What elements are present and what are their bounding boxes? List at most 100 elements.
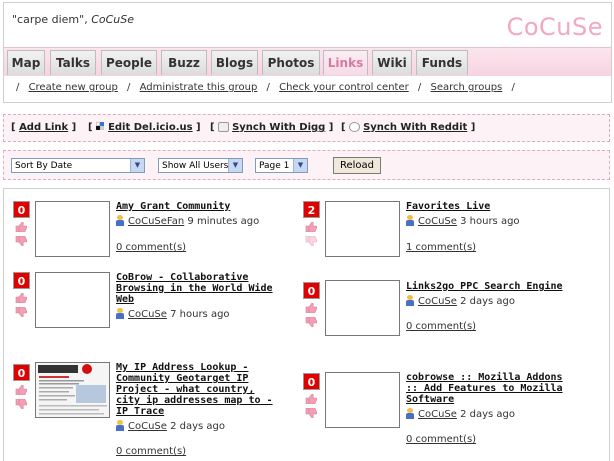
delicious-icon: [96, 122, 105, 131]
list-item: 0 cobrowse :: Mozilla Addons :: Add Feat…: [303, 372, 603, 458]
comments-link[interactable]: 0 comment(s): [406, 321, 476, 332]
link-actions-bar: [ Add Link ] [ Edit Del.icio.us ] [ Sync…: [3, 114, 610, 142]
tab-photos[interactable]: Photos: [262, 50, 320, 75]
link-title[interactable]: Favorites Live: [406, 201, 586, 212]
link-user[interactable]: CoCuSe: [128, 421, 167, 432]
link-thumbnail[interactable]: [325, 201, 400, 257]
list-item: 2 Favorites Live CoCuSe 3 hours ago 1 co…: [303, 201, 603, 266]
links-list: 0 Amy Grant Community CoCuSeFan 9 minute…: [3, 188, 610, 461]
vote-count: 2: [303, 201, 320, 218]
link-time: 2 days ago: [170, 421, 226, 432]
thumbs-down-icon[interactable]: [305, 236, 317, 246]
comments-link[interactable]: 0 comment(s): [116, 242, 186, 253]
website-screenshot-image: [36, 363, 109, 417]
tab-wiki[interactable]: Wiki: [372, 50, 412, 75]
reddit-icon: [349, 122, 361, 132]
group-subnav: / Create new group / Administrate this g…: [16, 82, 515, 93]
link-meta: CoCuSe 3 hours ago: [406, 215, 520, 227]
sort-select[interactable]: Sort By Date ▼: [11, 158, 145, 173]
site-logo[interactable]: CoCuSe: [507, 13, 603, 41]
thumbs-up-icon[interactable]: [15, 385, 27, 395]
chevron-down-icon: ▼: [293, 159, 307, 172]
motto-text: "carpe diem",: [12, 13, 88, 26]
user-icon: [116, 308, 124, 319]
link-user[interactable]: CoCuSe: [418, 296, 457, 307]
thumbs-up-icon[interactable]: [15, 293, 27, 303]
tab-buzz[interactable]: Buzz: [161, 50, 207, 75]
link-meta: CoCuSeFan 9 minutes ago: [116, 215, 259, 227]
comments-link[interactable]: 0 comment(s): [406, 434, 476, 445]
link-time: 7 hours ago: [170, 309, 230, 320]
thumbs-down-icon[interactable]: [15, 399, 27, 409]
link-thumbnail[interactable]: [35, 362, 110, 418]
vote-count: 0: [303, 373, 320, 390]
motto-author: CoCuSe: [91, 13, 135, 26]
link-thumbnail[interactable]: [35, 201, 110, 257]
vote-count: 0: [13, 364, 30, 381]
link-time: 3 hours ago: [460, 216, 520, 227]
administrate-group-link[interactable]: Administrate this group: [140, 82, 258, 93]
thumbs-up-icon[interactable]: [305, 394, 317, 404]
link-meta: CoCuSe 2 days ago: [116, 420, 225, 432]
reload-button[interactable]: Reload: [333, 157, 381, 174]
link-title[interactable]: Links2go PPC Search Engine: [406, 281, 596, 292]
create-group-link[interactable]: Create new group: [29, 82, 118, 93]
thumbs-up-icon[interactable]: [15, 222, 27, 232]
tab-funds[interactable]: Funds: [416, 50, 468, 75]
tab-blogs[interactable]: Blogs: [211, 50, 258, 75]
comments-link[interactable]: 0 comment(s): [116, 446, 186, 457]
link-thumbnail[interactable]: [325, 280, 400, 336]
link-title[interactable]: CoBrow - Collaborative Browsing in the W…: [116, 272, 276, 305]
link-user[interactable]: CoCuSe: [128, 309, 167, 320]
link-meta: CoCuSe 7 hours ago: [116, 308, 230, 320]
tab-map[interactable]: Map: [7, 50, 45, 75]
thumbs-up-icon[interactable]: [305, 222, 317, 232]
link-user[interactable]: CoCuSe: [418, 409, 457, 420]
vote-count: 0: [13, 272, 30, 289]
main-nav-tabs: Map Talks People Buzz Blogs Photos Links…: [4, 47, 611, 76]
list-item: 0 CoBrow - Collaborative Browsing in the…: [13, 272, 293, 337]
edit-delicious-button[interactable]: [ Edit Del.icio.us ]: [88, 122, 201, 133]
user-icon: [116, 420, 124, 431]
synch-reddit-button[interactable]: [ Synch With Reddit ]: [341, 122, 475, 133]
synch-digg-button[interactable]: [ Synch With Digg ]: [210, 122, 333, 133]
link-title[interactable]: My IP Address Lookup - Community Geotarg…: [116, 362, 276, 417]
chevron-down-icon: ▼: [228, 159, 242, 172]
tab-talks[interactable]: Talks: [50, 50, 96, 75]
thumbs-up-icon[interactable]: [305, 303, 317, 313]
add-link-button[interactable]: [ Add Link ]: [11, 122, 76, 133]
thumbs-down-icon[interactable]: [15, 307, 27, 317]
control-center-link[interactable]: Check your control center: [279, 82, 409, 93]
thumbs-down-icon[interactable]: [15, 236, 27, 246]
vote-count: 0: [303, 282, 320, 299]
search-groups-link[interactable]: Search groups: [430, 82, 502, 93]
link-meta: CoCuSe 2 days ago: [406, 295, 515, 307]
thumbs-down-icon[interactable]: [305, 408, 317, 418]
link-meta: CoCuSe 2 days ago: [406, 408, 515, 420]
link-title[interactable]: Amy Grant Community: [116, 201, 286, 212]
user-filter-select[interactable]: Show All Users ▼: [158, 158, 243, 173]
link-time: 2 days ago: [460, 409, 516, 420]
page-select[interactable]: Page 1 ▼: [255, 158, 308, 173]
link-user[interactable]: CoCuSeFan: [128, 216, 184, 227]
vote-count: 0: [13, 201, 30, 218]
link-thumbnail[interactable]: [325, 372, 400, 428]
user-icon: [406, 295, 414, 306]
list-item: 0 Links2go PPC Search Engine CoCuSe 2 da…: [303, 280, 603, 347]
link-title[interactable]: cobrowse :: Mozilla Addons :: Add Featur…: [406, 372, 576, 405]
list-item: 0 Amy Grant Community CoCuSeFan 9 minute…: [13, 201, 293, 266]
user-icon: [406, 215, 414, 226]
link-thumbnail[interactable]: [35, 272, 110, 328]
comments-link[interactable]: 1 comment(s): [406, 242, 476, 253]
tab-links[interactable]: Links: [323, 50, 368, 75]
filter-bar: Sort By Date ▼ Show All Users ▼ Page 1 ▼…: [3, 150, 610, 180]
thumbs-down-icon[interactable]: [305, 317, 317, 327]
site-header: "carpe diem", CoCuSe CoCuSe Map Talks Pe…: [3, 2, 612, 103]
site-motto: "carpe diem", CoCuSe: [12, 13, 134, 26]
link-user[interactable]: CoCuSe: [418, 216, 457, 227]
digg-icon: [218, 122, 230, 132]
tab-people[interactable]: People: [101, 50, 157, 75]
link-time: 9 minutes ago: [187, 216, 260, 227]
user-icon: [116, 215, 124, 226]
user-icon: [406, 408, 414, 419]
